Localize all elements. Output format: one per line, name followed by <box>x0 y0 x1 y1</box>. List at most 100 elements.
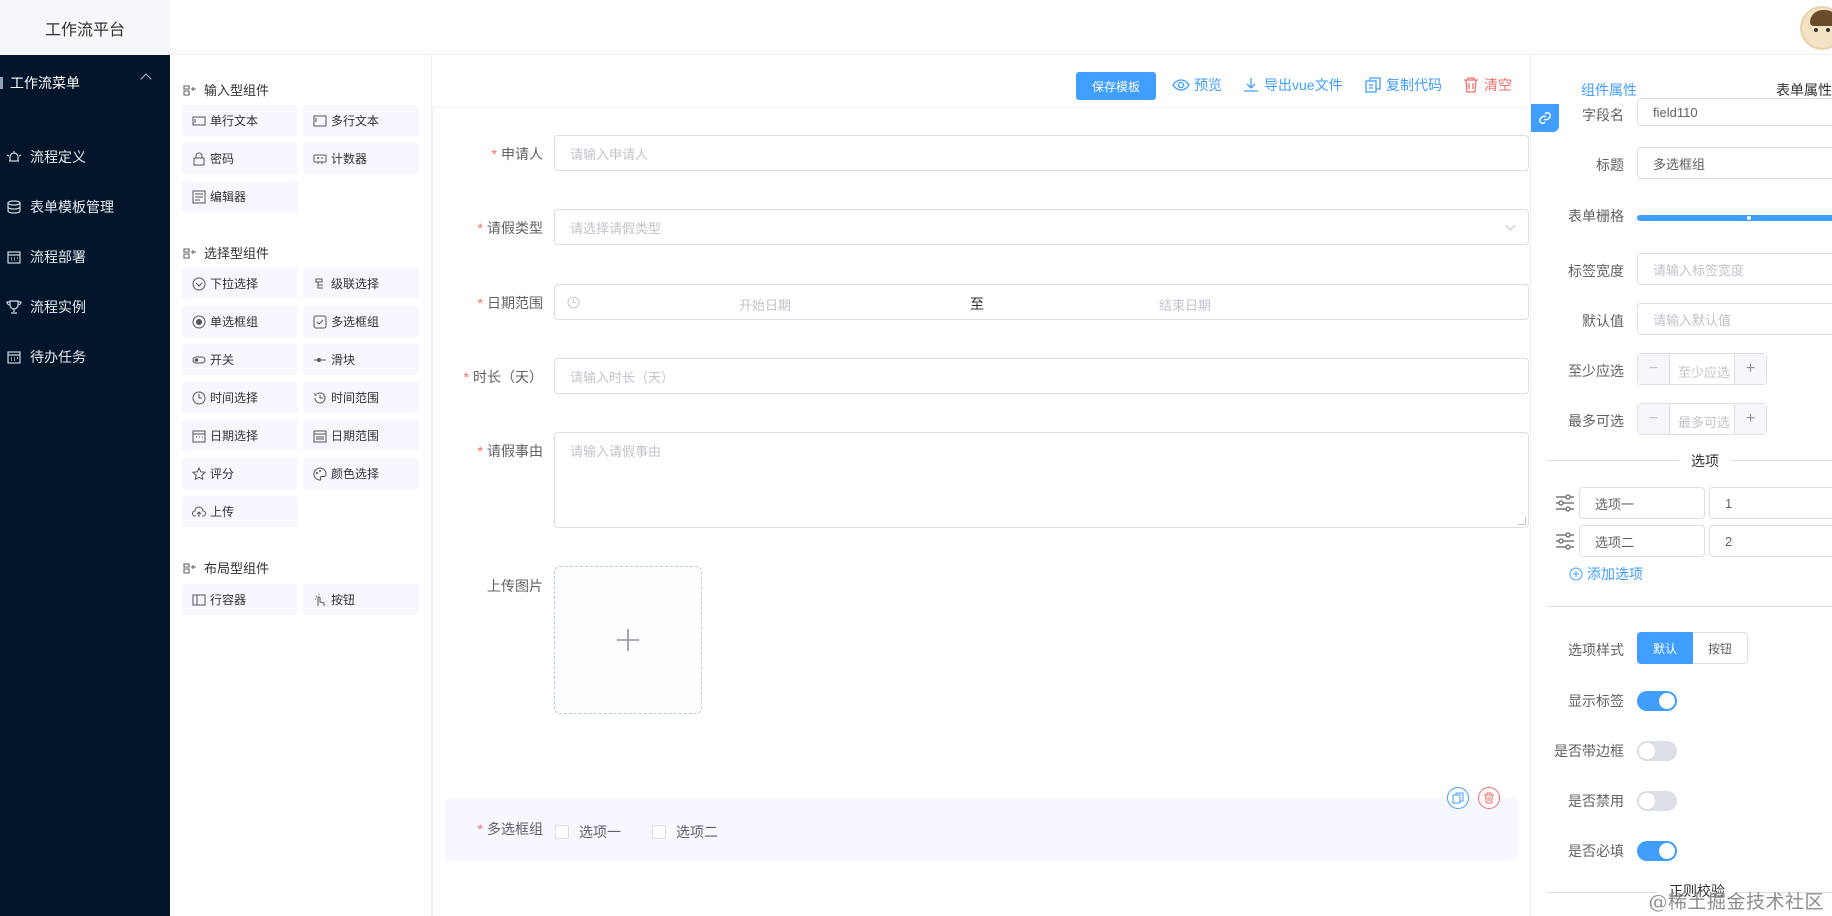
option-label-input[interactable]: 选项一 <box>1579 487 1705 519</box>
sidebar-item-process-definition[interactable]: 流程定义 <box>0 132 170 182</box>
field-name-input[interactable]: field110 <box>1637 98 1832 126</box>
prop-label-max: 最多可选 <box>1568 413 1624 429</box>
user-avatar[interactable] <box>1800 6 1832 50</box>
option-style-button[interactable]: 按钮 <box>1693 632 1749 664</box>
chip-rate[interactable]: 评分 <box>182 458 298 489</box>
chip-radio-group[interactable]: 单选框组 <box>182 306 298 337</box>
chip-single-line-text[interactable]: 单行文本 <box>182 105 298 136</box>
default-value-input[interactable]: 请输入默认值 <box>1637 303 1832 335</box>
show-label-switch[interactable] <box>1637 691 1677 711</box>
form-canvas: 保存模板 预览 导出vue文件 复制代码 清空 * 申请人 请输入申请人 * 请假类… <box>432 55 1530 916</box>
export-vue-button[interactable]: 导出vue文件 <box>1242 75 1343 95</box>
checkbox-option-1[interactable]: 选项一 <box>555 822 621 842</box>
option-row: 选项一 1 <box>1555 487 1832 519</box>
chip-button[interactable]: 按钮 <box>303 584 419 615</box>
switch-icon <box>192 353 206 367</box>
sidebar-item-instance[interactable]: 流程实例 <box>0 282 170 332</box>
required-switch[interactable] <box>1637 841 1677 861</box>
tab-form-props[interactable]: 表单属性 <box>1776 80 1832 100</box>
form-preview: * 申请人 请输入申请人 * 请假类型 请选择请假类型 * 日期范围 开始日期 至 结… <box>432 107 1530 916</box>
prop-label-grid: 表单栅格 <box>1568 208 1624 224</box>
chip-slider[interactable]: 滑块 <box>303 344 419 375</box>
max-stepper[interactable]: − 最多可选 + <box>1637 403 1767 435</box>
palette-group-select: 选择型组件 <box>182 243 269 262</box>
resize-handle[interactable] <box>1518 517 1526 525</box>
chip-cascader[interactable]: 级联选择 <box>303 268 419 299</box>
chip-time-picker[interactable]: 时间选择 <box>182 382 298 413</box>
chip-date-picker[interactable]: 日期选择 <box>182 420 298 451</box>
checkbox-option-2[interactable]: 选项二 <box>652 822 718 842</box>
palette-icon <box>313 466 327 481</box>
prop-label-border: 是否带边框 <box>1554 743 1624 759</box>
chip-row-container[interactable]: 行容器 <box>182 584 298 615</box>
applicant-input[interactable]: 请输入申请人 <box>554 135 1529 171</box>
copy-code-button[interactable]: 复制代码 <box>1364 75 1442 95</box>
chip-counter[interactable]: 计数器 <box>303 143 419 174</box>
option-label-input[interactable]: 选项二 <box>1579 525 1705 557</box>
clear-button[interactable]: 清空 <box>1462 75 1512 95</box>
prop-label-show-label: 显示标签 <box>1568 693 1624 709</box>
upload-cloud-icon <box>192 505 206 519</box>
duration-input[interactable]: 请输入时长（天） <box>554 358 1529 394</box>
add-option-button[interactable]: 添加选项 <box>1569 564 1643 584</box>
sidebar-item-form-template[interactable]: 表单模板管理 <box>0 182 170 232</box>
drag-handle-icon <box>1556 494 1574 512</box>
save-template-button[interactable]: 保存模板 <box>1076 72 1156 100</box>
image-uploader[interactable] <box>554 566 702 714</box>
option-value-input[interactable]: 2 <box>1709 525 1832 557</box>
chip-upload[interactable]: 上传 <box>182 496 298 527</box>
border-switch[interactable] <box>1637 741 1677 761</box>
calendar-icon <box>192 429 206 443</box>
chevron-down-icon <box>1505 220 1516 231</box>
date-range-picker[interactable]: 开始日期 至 结束日期 <box>554 284 1529 320</box>
sidebar-item-label: 表单模板管理 <box>30 199 114 215</box>
selected-form-item[interactable]: * 多选框组 选项一 选项二 <box>445 787 1518 861</box>
title-input[interactable]: 多选框组 <box>1637 147 1832 179</box>
download-icon <box>1242 76 1260 94</box>
bell-icon <box>6 149 22 165</box>
option-value-input[interactable]: 1 <box>1709 487 1832 519</box>
lock-icon <box>192 152 206 166</box>
option-style-toggle: 默认 按钮 <box>1637 632 1749 664</box>
sidebar-item-todo[interactable]: 待办任务 <box>0 332 170 382</box>
chip-time-range[interactable]: 时间范围 <box>303 382 419 413</box>
tab-component-props[interactable]: 组件属性 <box>1581 80 1637 100</box>
chip-date-range[interactable]: 日期范围 <box>303 420 419 451</box>
disabled-switch[interactable] <box>1637 791 1677 811</box>
sidebar-item-deployment[interactable]: 流程部署 <box>0 232 170 282</box>
date-separator: 至 <box>970 296 984 312</box>
leave-type-select[interactable]: 请选择请假类型 <box>554 209 1529 245</box>
chip-editor[interactable]: 编辑器 <box>182 181 298 212</box>
chip-color-picker[interactable]: 颜色选择 <box>303 458 419 489</box>
minus-icon[interactable]: − <box>1638 404 1670 434</box>
option-style-default[interactable]: 默认 <box>1637 632 1694 664</box>
palette-group-input: 输入型组件 <box>182 80 269 99</box>
chip-checkbox-group[interactable]: 多选框组 <box>303 306 419 337</box>
prop-label-label-width: 标签宽度 <box>1568 263 1624 279</box>
plus-icon[interactable]: + <box>1734 404 1766 434</box>
label-width-input[interactable]: 请输入标签宽度 <box>1637 253 1832 285</box>
chip-dropdown[interactable]: 下拉选择 <box>182 268 298 299</box>
delete-item-button[interactable] <box>1478 787 1500 809</box>
grid-slider[interactable] <box>1637 215 1832 221</box>
sidebar-group-workflow[interactable]: 工作流菜单 <box>0 55 170 111</box>
star-icon <box>192 466 206 481</box>
plus-icon[interactable]: + <box>1734 354 1766 384</box>
minus-icon[interactable]: − <box>1638 354 1670 384</box>
min-stepper[interactable]: − 至少应选 + <box>1637 353 1767 385</box>
chip-multi-line-text[interactable]: 多行文本 <box>303 105 419 136</box>
end-date-input[interactable]: 结束日期 <box>1159 295 1211 314</box>
time-range-icon <box>313 391 327 405</box>
chip-password[interactable]: 密码 <box>182 143 298 174</box>
trash-icon <box>1462 76 1480 94</box>
sidebar-item-label: 流程部署 <box>30 249 86 265</box>
copy-icon <box>1364 76 1382 94</box>
start-date-input[interactable]: 开始日期 <box>739 295 791 314</box>
properties-panel: 组件属性 表单属性 字段名 field110 标题 多选框组 表单栅格 标签宽度… <box>1530 55 1832 916</box>
reason-textarea[interactable]: 请输入请假事由 <box>554 432 1529 528</box>
prop-label-min: 至少应选 <box>1568 363 1624 379</box>
copy-item-button[interactable] <box>1447 787 1469 809</box>
chip-switch[interactable]: 开关 <box>182 344 298 375</box>
preview-button[interactable]: 预览 <box>1172 75 1222 95</box>
prop-label-default-value: 默认值 <box>1582 313 1624 329</box>
